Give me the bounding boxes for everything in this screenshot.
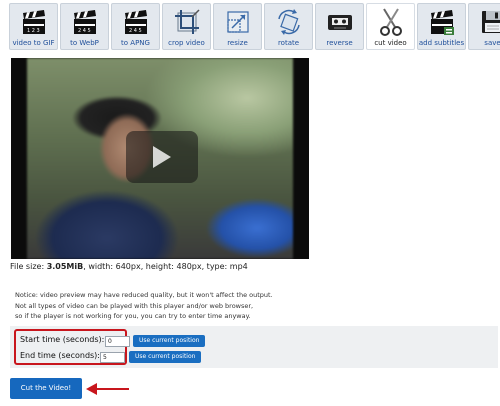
start-time-label: Start time (seconds):: [20, 335, 105, 344]
video-player[interactable]: [11, 58, 309, 259]
start-time-input[interactable]: 0: [105, 336, 130, 347]
file-size: 3.05MiB: [46, 262, 84, 271]
floppy-disk-icon: [481, 11, 500, 33]
tool-label: add subtitles: [418, 39, 465, 47]
tool-label: reverse: [326, 39, 353, 47]
resize-icon: [226, 11, 249, 33]
notice-line: Notice: video preview may have reduced q…: [15, 291, 273, 299]
start-use-current-position-button[interactable]: Use current position: [133, 335, 206, 347]
file-info-prefix: File size:: [10, 262, 47, 271]
tool-resize[interactable]: resize: [213, 3, 262, 50]
tool-video-to-gif[interactable]: 1 2 3 video to GIF: [9, 3, 58, 50]
crop-icon: [174, 9, 200, 34]
tool-to-apng[interactable]: 2 4 5 to APNG: [111, 3, 160, 50]
clapperboard-icon: 2 4 5: [124, 10, 147, 34]
tool-rotate[interactable]: rotate: [264, 3, 313, 50]
preview-notice: Notice: video preview may have reduced q…: [15, 290, 273, 322]
play-icon: [153, 146, 171, 168]
clapperboard-icon: 1 2 3: [22, 10, 45, 34]
clapperboard-subtitles-icon: [430, 10, 454, 35]
tool-add-subtitles[interactable]: add subtitles: [417, 3, 466, 50]
tool-label: to WebP: [70, 39, 99, 47]
end-use-current-position-button[interactable]: Use current position: [129, 351, 202, 363]
tool-toolbar: 1 2 3 video to GIF 2 4 5 to WebP 2 4 5 t…: [9, 3, 500, 50]
svg-text:1 2 3: 1 2 3: [27, 28, 40, 34]
svg-text:2 4 5: 2 4 5: [78, 28, 91, 34]
cut-video-button[interactable]: Cut the Video!: [10, 378, 82, 399]
rotate-icon: [277, 9, 300, 35]
tool-label: cut video: [374, 39, 407, 47]
end-time-input[interactable]: 5: [100, 352, 125, 363]
tool-label: video to GIF: [12, 39, 55, 47]
notice-line: so if the player is not working for you,…: [15, 312, 251, 320]
play-button[interactable]: [126, 131, 198, 183]
file-info: File size: 3.05MiB, width: 640px, height…: [10, 262, 248, 271]
tool-crop-video[interactable]: crop video: [162, 3, 211, 50]
notice-line: Not all types of video can be played wit…: [15, 301, 254, 310]
tool-to-webp[interactable]: 2 4 5 to WebP: [60, 3, 109, 50]
cassette-icon: [327, 15, 352, 30]
file-info-details: , width: 640px, height: 480px, type: mp4: [83, 262, 248, 271]
tool-label: crop video: [168, 39, 205, 47]
arrow-left-icon: [86, 383, 129, 395]
tool-label: save: [484, 39, 500, 47]
tool-label: to APNG: [121, 39, 150, 47]
svg-text:2 4 5: 2 4 5: [129, 28, 142, 34]
tool-cut-video[interactable]: cut video: [366, 3, 415, 50]
tool-save[interactable]: save: [468, 3, 500, 50]
tool-label: rotate: [277, 39, 300, 47]
tool-reverse[interactable]: reverse: [315, 3, 364, 50]
end-time-label: End time (seconds):: [20, 351, 100, 360]
clapperboard-icon: 2 4 5: [73, 10, 96, 34]
tool-label: resize: [227, 39, 248, 47]
scissors-icon: [379, 8, 402, 36]
